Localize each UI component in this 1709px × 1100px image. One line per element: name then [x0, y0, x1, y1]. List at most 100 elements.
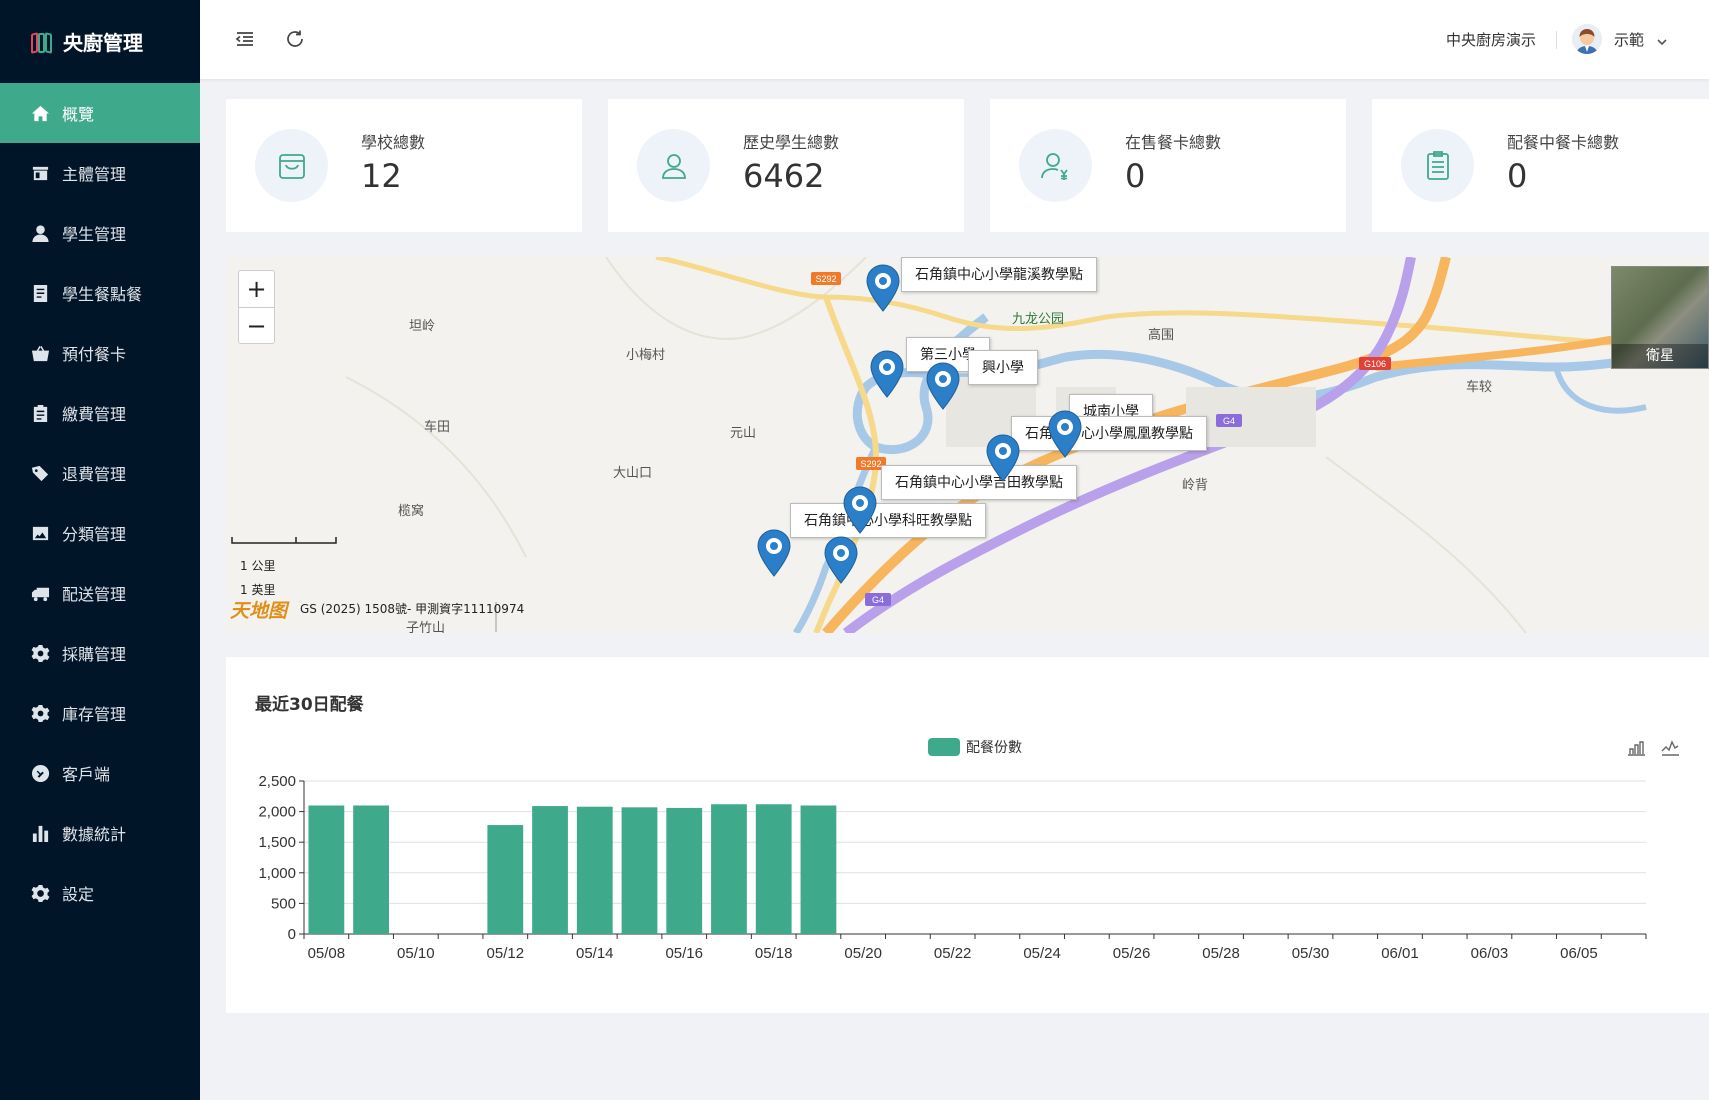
sidebar-item-label: 分類管理 [62, 525, 127, 544]
cart-icon [255, 129, 328, 202]
sidebar-item-categories[interactable]: 分類管理 [0, 503, 200, 563]
chevron-down-icon[interactable] [1656, 33, 1668, 46]
chart-bar [800, 805, 837, 934]
sidebar-item-label: 採購管理 [62, 645, 127, 664]
user-name[interactable]: 示範 [1614, 29, 1644, 50]
stat-label: 歷史學生總數 [743, 133, 840, 152]
app-logo[interactable]: 央廚管理 [0, 0, 200, 83]
picture-icon [30, 523, 50, 543]
map-marker-label[interactable]: 石角鎮中心小學吉田教學點 [881, 465, 1077, 500]
truck-icon [30, 583, 50, 603]
stat-value: 12 [361, 157, 402, 195]
map-marker-pin[interactable] [926, 362, 960, 410]
sidebar-item-label: 配送管理 [62, 585, 127, 604]
map-marker-pin[interactable] [1048, 410, 1082, 458]
zoom-out-button[interactable]: − [239, 307, 274, 343]
y-tick-label: 2,500 [258, 773, 296, 790]
map-marker-pin[interactable] [757, 529, 791, 577]
map-marker-label[interactable]: 興小學 [968, 350, 1038, 385]
chart-bar [711, 804, 747, 934]
map-marker-pin[interactable] [843, 486, 877, 534]
map-marker-label[interactable]: 石角鎮中心小學鳳凰教學點 [1011, 416, 1207, 451]
org-name[interactable]: 中央廚房演示 [1446, 29, 1536, 50]
user-yen-icon [1019, 129, 1092, 202]
x-tick-label: 05/26 [1113, 945, 1151, 962]
list-icon [1401, 129, 1474, 202]
chart-bar [755, 804, 792, 934]
chart-bar [487, 825, 524, 934]
y-tick-label: 2,000 [258, 804, 296, 821]
menu-fold-icon[interactable] [234, 28, 256, 50]
map-marker-label[interactable]: 石角鎮中心小學科旺教學點 [790, 503, 986, 538]
map-marker-pin[interactable] [870, 350, 904, 398]
sidebar-item-statistics[interactable]: 數據統計 [0, 803, 200, 863]
y-tick-label: 500 [271, 895, 296, 912]
sidebar-item-inventory[interactable]: 庫存管理 [0, 683, 200, 743]
sidebar-item-label: 客戶端 [62, 765, 111, 784]
top-header: 中央廚房演示 示範 [200, 0, 1709, 79]
map-place-label: 大山口 [613, 466, 653, 481]
stat-label: 配餐中餐卡總數 [1507, 133, 1620, 152]
sidebar-item-overview[interactable]: 概覽 [0, 83, 200, 143]
satellite-toggle[interactable]: 衛星 [1611, 266, 1709, 369]
user-icon [30, 223, 50, 243]
sidebar-item-label: 退費管理 [62, 465, 127, 484]
map-view[interactable]: S292 S292 G106 G4 G4 + − 坦岭 小梅村 车田 元山 大山… [226, 257, 1709, 633]
map-marker-pin[interactable] [824, 536, 858, 584]
sidebar-item-label: 學生管理 [62, 225, 127, 244]
x-tick-label: 05/10 [397, 945, 435, 962]
map-place-label: 九龙公园 [1012, 312, 1065, 327]
chart-bar [576, 806, 613, 934]
chart-bar [621, 807, 658, 934]
map-provider-logo: 天地图 [230, 600, 288, 622]
sidebar-item-prepaid-card[interactable]: 預付餐卡 [0, 323, 200, 383]
map-marker-label[interactable]: 石角鎮中心小學龍溪教學點 [901, 257, 1097, 292]
x-tick-label: 05/20 [844, 945, 882, 962]
sidebar-item-settings[interactable]: 設定 [0, 863, 200, 923]
x-tick-label: 05/08 [308, 945, 346, 962]
chart-bar [532, 806, 568, 934]
stat-value: 0 [1125, 157, 1146, 195]
x-tick-label: 06/05 [1560, 945, 1598, 962]
stat-value: 6462 [743, 157, 825, 195]
x-tick-label: 06/03 [1471, 945, 1509, 962]
sidebar-item-label: 繳費管理 [62, 405, 127, 424]
x-tick-label: 05/18 [755, 945, 793, 962]
settings-icon [30, 883, 50, 903]
clipboard-icon [30, 403, 50, 423]
stat-label: 在售餐卡總數 [1125, 133, 1222, 152]
map-place-label: 车田 [424, 420, 451, 435]
x-tick-label: 05/30 [1292, 945, 1330, 962]
sidebar-item-purchasing[interactable]: 採購管理 [0, 623, 200, 683]
map-place-label: 车较 [1466, 380, 1493, 395]
sidebar-item-client[interactable]: 客戶端 [0, 743, 200, 803]
app-title: 央廚管理 [63, 31, 143, 55]
tags-icon [30, 463, 50, 483]
x-tick-label: 05/12 [487, 945, 525, 962]
zoom-control: + − [238, 270, 275, 344]
sidebar-item-delivery[interactable]: 配送管理 [0, 563, 200, 623]
chart-card: 最近30日配餐 配餐份數 0 500 1,000 1,500 2,000 2,500 05/… [226, 657, 1709, 1013]
zoom-in-button[interactable]: + [239, 271, 274, 307]
sidebar-item-student-meals[interactable]: 學生餐點餐 [0, 263, 200, 323]
bar-chart: 0 500 1,000 1,500 2,000 2,500 05/08 05/10 05/12 0… [258, 773, 1647, 962]
svg-text:G4: G4 [1223, 416, 1235, 426]
sidebar-item-label: 設定 [62, 885, 95, 904]
avatar[interactable] [1572, 24, 1602, 54]
sidebar-item-entity[interactable]: 主體管理 [0, 143, 200, 203]
gear-icon [30, 643, 50, 663]
chart-bar [353, 805, 389, 934]
svg-text:G4: G4 [872, 595, 884, 605]
sidebar-item-refunds[interactable]: 退費管理 [0, 443, 200, 503]
map-marker-pin[interactable] [986, 434, 1020, 482]
sidebar-item-students[interactable]: 學生管理 [0, 203, 200, 263]
map-marker-pin[interactable] [866, 264, 900, 312]
chart-bar [308, 805, 345, 934]
sidebar-item-payments[interactable]: 繳費管理 [0, 383, 200, 443]
x-tick-label: 05/28 [1202, 945, 1240, 962]
refresh-icon[interactable] [284, 28, 306, 50]
x-tick-label: 05/24 [1023, 945, 1061, 962]
map-place-label: 元山 [730, 426, 757, 441]
sidebar-item-label: 預付餐卡 [62, 345, 127, 364]
x-tick-label: 05/14 [576, 945, 614, 962]
